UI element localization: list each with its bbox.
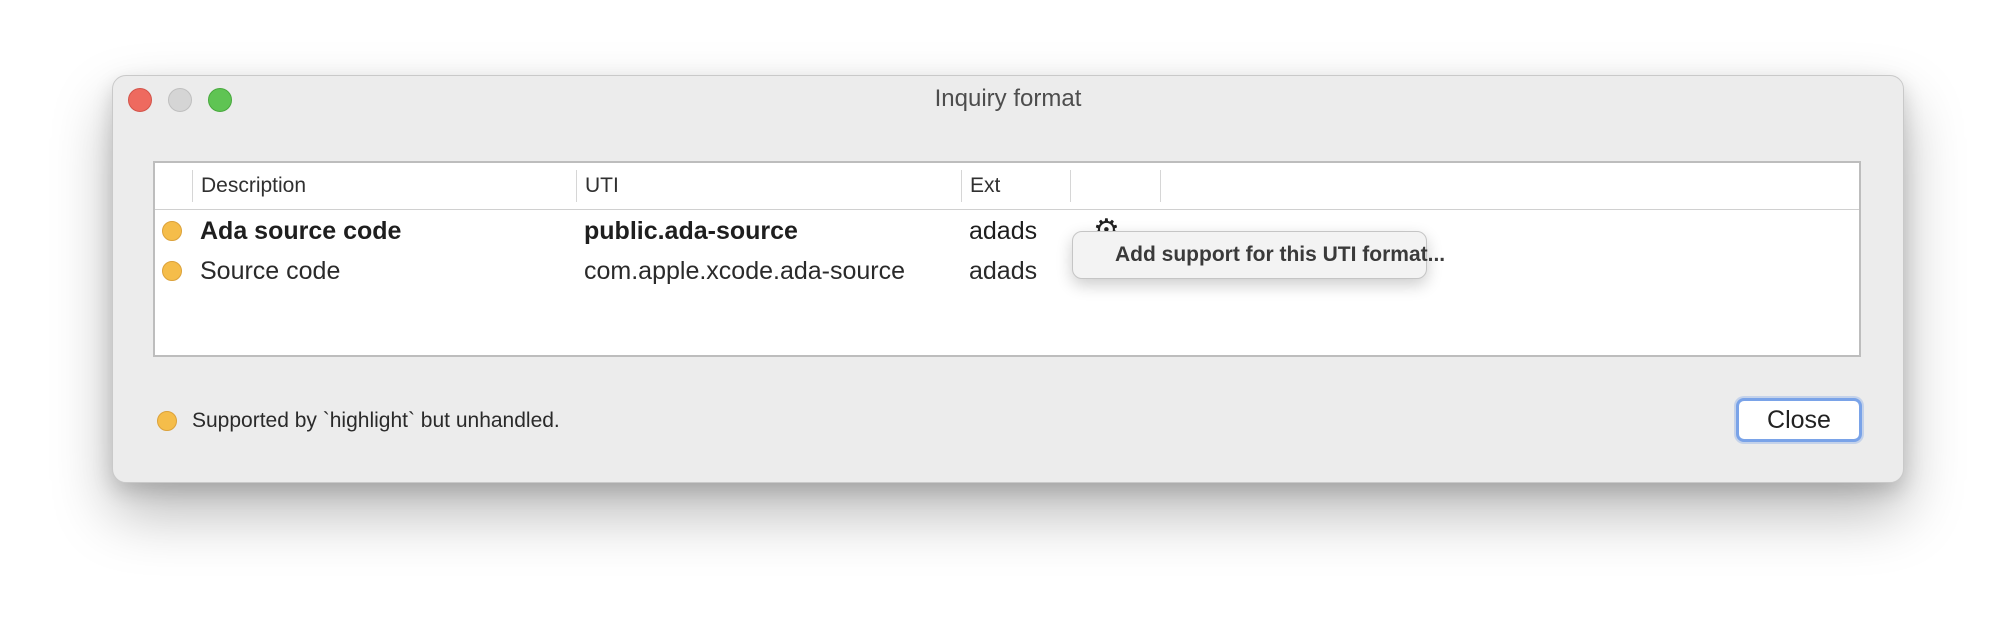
format-table[interactable]: Description UTI Ext Ada source code publ… [153, 161, 1861, 357]
chevron-down-icon[interactable]: ⌄ [1137, 211, 1152, 231]
close-button[interactable]: Close [1736, 398, 1862, 442]
status-dot [162, 221, 182, 241]
column-header-description[interactable]: Description [193, 163, 576, 209]
menu-item-add-support[interactable]: Add support for this UTI format... [1115, 232, 1445, 278]
cell-ext: adads [969, 217, 1038, 245]
column-header-ext[interactable]: Ext [962, 163, 1070, 209]
cell-ext: adads [969, 257, 1038, 285]
table-header: Description UTI Ext [155, 163, 1859, 210]
cell-description: Source code [200, 257, 341, 285]
cell-uti: com.apple.xcode.ada-source [584, 257, 906, 285]
table-row[interactable]: Source code com.apple.xcode.ada-source a… [155, 251, 1859, 291]
column-separator[interactable] [1160, 170, 1161, 202]
column-separator[interactable] [1070, 170, 1071, 202]
legend-text: Supported by `highlight` but unhandled. [192, 409, 560, 432]
inquiry-format-window: Inquiry format Description UTI Ext Ada s… [112, 75, 1904, 483]
status-dot [162, 261, 182, 281]
cell-uti: public.ada-source [584, 217, 798, 245]
status-dot [157, 411, 177, 431]
title-bar[interactable]: Inquiry format [113, 76, 1903, 122]
column-header-uti[interactable]: UTI [577, 163, 961, 209]
cell-description: Ada source code [200, 217, 402, 245]
context-menu: Add support for this UTI format... [1072, 231, 1445, 279]
table-row[interactable]: Ada source code public.ada-source adads … [155, 211, 1859, 251]
window-title: Inquiry format [934, 85, 1082, 112]
